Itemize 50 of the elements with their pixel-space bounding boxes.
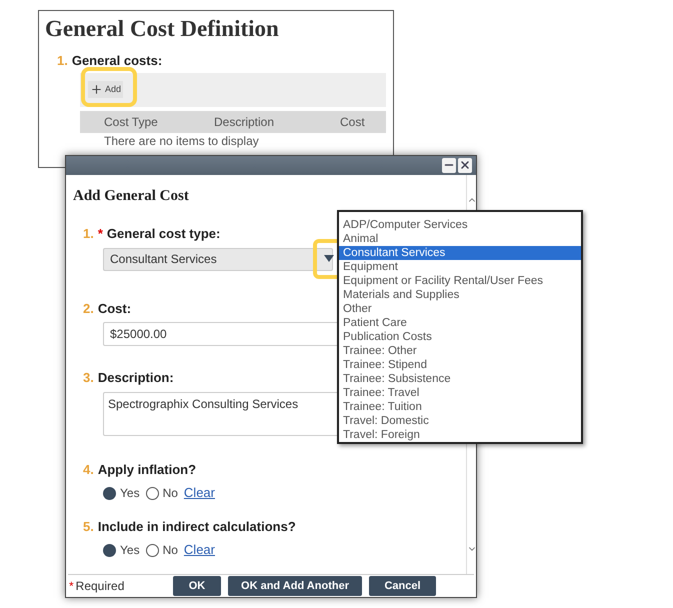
dialog-title: Add General Cost bbox=[73, 186, 190, 206]
field-label: Cost: bbox=[98, 300, 132, 318]
field-label: General cost type: bbox=[106, 225, 220, 244]
column-header: Description bbox=[213, 114, 276, 130]
field-label: Apply inflation? bbox=[98, 460, 196, 479]
dropdown-option[interactable]: ADP/Computer Services bbox=[339, 218, 581, 232]
step-number: 2. bbox=[83, 300, 94, 318]
radio-option[interactable]: No bbox=[146, 541, 178, 560]
minimize-button[interactable] bbox=[442, 158, 456, 173]
field-label: Include in indirect calculations? bbox=[98, 518, 296, 536]
step-number: 4. bbox=[83, 460, 94, 479]
step-number: 5. bbox=[83, 518, 94, 536]
dropdown-option[interactable]: Trainee: Stipend bbox=[339, 358, 581, 372]
dropdown-option[interactable]: Consultant Services bbox=[339, 246, 581, 260]
dialog-button[interactable]: Cancel bbox=[369, 576, 436, 596]
radio-option[interactable]: Yes bbox=[103, 541, 140, 560]
add-button[interactable]: Add bbox=[88, 80, 124, 98]
empty-message: There are no items to display bbox=[104, 134, 260, 148]
page-title: General Cost Definition bbox=[45, 15, 280, 43]
required-note: Required bbox=[76, 578, 124, 595]
column-header: Cost Type bbox=[103, 114, 159, 130]
field-label: Description: bbox=[98, 369, 174, 388]
section-label: General costs: bbox=[72, 52, 162, 70]
step-number: 1. bbox=[83, 225, 94, 244]
clear-link[interactable]: Clear bbox=[184, 483, 215, 503]
step-number: 1. bbox=[57, 52, 68, 70]
select-field[interactable]: Consultant Services bbox=[103, 248, 333, 271]
dropdown-option[interactable]: Equipment or Facility Rental/User Fees bbox=[339, 274, 581, 288]
plus-icon bbox=[90, 83, 103, 96]
dialog-button[interactable]: OK and Add Another bbox=[228, 576, 362, 596]
dropdown-option[interactable]: Materials and Supplies bbox=[339, 288, 581, 302]
radio-button[interactable] bbox=[103, 486, 116, 500]
step-number: 3. bbox=[83, 369, 94, 388]
radio-button[interactable] bbox=[103, 544, 116, 557]
radio-option[interactable]: No bbox=[146, 484, 178, 502]
clear-link[interactable]: Clear bbox=[184, 540, 215, 560]
close-button[interactable] bbox=[458, 158, 472, 173]
close-icon bbox=[459, 159, 471, 172]
dropdown-option[interactable]: Trainee: Subsistence bbox=[339, 372, 581, 386]
radio-button[interactable] bbox=[146, 486, 159, 500]
dropdown-option[interactable]: Trainee: Other bbox=[339, 344, 581, 358]
dropdown-option[interactable]: Equipment bbox=[339, 260, 581, 274]
required-mark: * bbox=[98, 225, 103, 244]
dialog-button[interactable]: OK bbox=[173, 576, 221, 596]
column-header: Cost bbox=[339, 114, 366, 130]
radio-option[interactable]: Yes bbox=[103, 484, 140, 502]
dropdown-option[interactable]: Animal bbox=[339, 232, 581, 246]
dropdown-option[interactable]: Other bbox=[339, 302, 581, 316]
radio-button[interactable] bbox=[146, 544, 159, 557]
required-mark: * bbox=[69, 578, 74, 595]
